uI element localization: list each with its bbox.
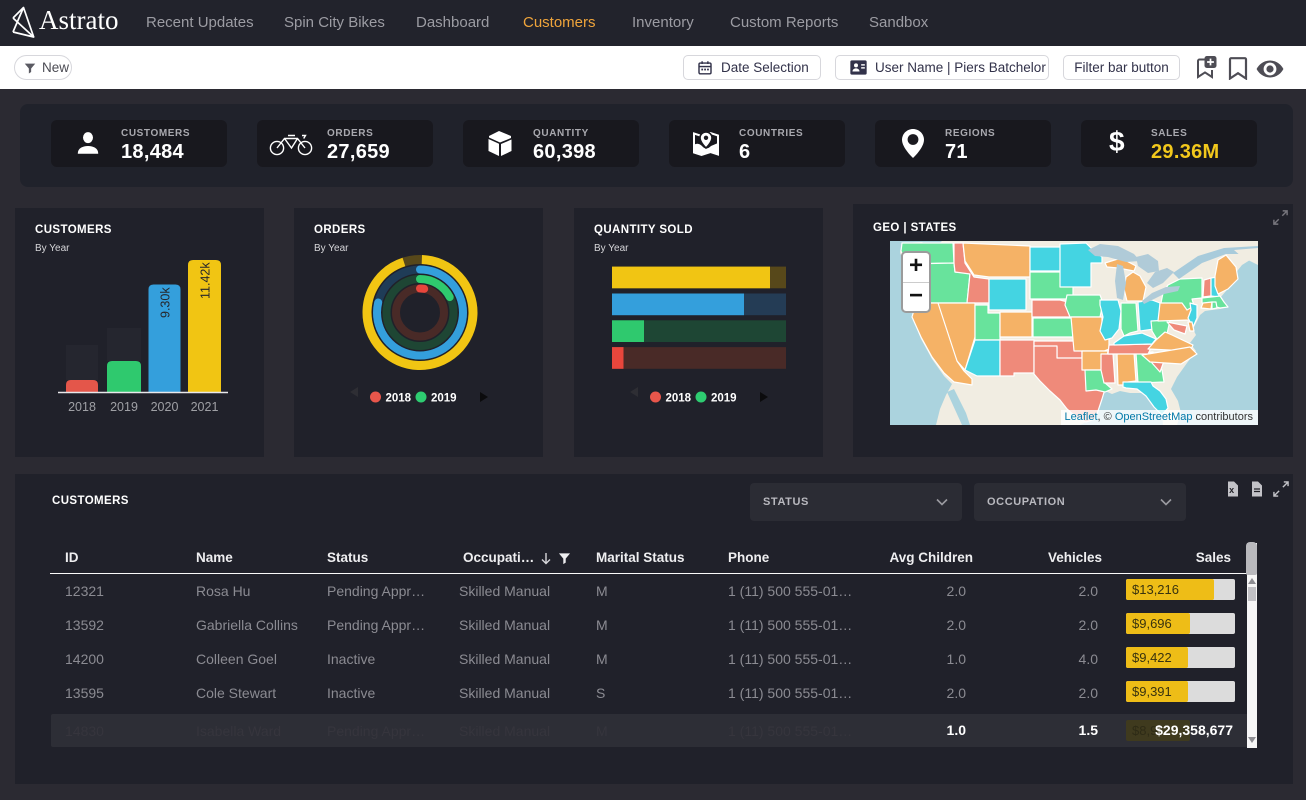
svg-text:2019: 2019	[431, 393, 457, 405]
svg-text:2021: 2021	[191, 400, 219, 414]
svg-text:2018: 2018	[386, 393, 412, 405]
svg-text:11.42k: 11.42k	[199, 262, 213, 299]
svg-text:9.30k: 9.30k	[159, 287, 173, 318]
svg-text:2019: 2019	[711, 393, 737, 405]
svg-text:2018: 2018	[666, 393, 692, 405]
svg-text:2019: 2019	[110, 400, 138, 414]
svg-text:2020: 2020	[151, 400, 179, 414]
svg-text:2018: 2018	[68, 400, 96, 414]
svg-text:x: x	[1229, 485, 1234, 495]
